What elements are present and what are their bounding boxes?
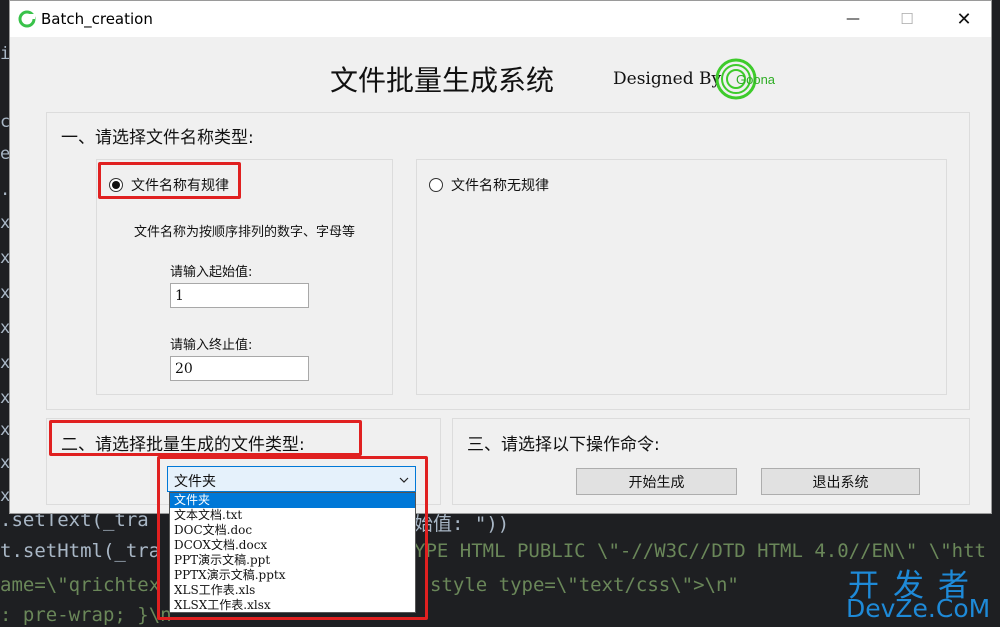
highlight-box — [157, 456, 428, 620]
radio-irregular-indicator[interactable] — [429, 178, 443, 192]
goona-logo: Goona — [715, 58, 776, 100]
code-line: : pre-wrap; }\n" — [0, 604, 184, 626]
batch-creation-window: Batch_creation — ☐ ✕ 文件批量生成系统 Designed B… — [9, 0, 992, 514]
end-value-label: 请输入终止值: — [170, 338, 253, 353]
code-line: style type=\"text/css\">\n" — [430, 574, 739, 596]
code-line: ame=\"qrichtex — [0, 574, 161, 596]
code-line: t.setHtml(_tra — [0, 540, 161, 562]
window-title: Batch_creation — [41, 10, 153, 28]
name-type-group: 一、请选择文件名称类型: 文件名称有规律 文件名称为按顺序排列的数字、字母等 请… — [46, 112, 970, 410]
radio-irregular[interactable]: 文件名称无规律 — [429, 175, 549, 195]
minimize-button[interactable]: — — [830, 1, 876, 37]
close-button[interactable]: ✕ — [941, 1, 987, 37]
page-title: 文件批量生成系统 — [330, 64, 555, 97]
app-logo-icon — [18, 10, 36, 28]
designed-by-label: Designed By — [613, 69, 722, 89]
regular-description: 文件名称为按顺序排列的数字、字母等 — [134, 225, 356, 240]
exit-system-button[interactable]: 退出系统 — [761, 468, 920, 495]
close-icon: ✕ — [956, 8, 972, 30]
highlight-box — [49, 420, 362, 456]
maximize-button[interactable]: ☐ — [884, 1, 930, 37]
maximize-icon: ☐ — [900, 10, 914, 28]
title-bar[interactable]: Batch_creation — ☐ ✕ — [10, 1, 991, 37]
start-generate-button[interactable]: 开始生成 — [576, 468, 737, 495]
minimize-icon: — — [846, 11, 860, 27]
irregular-name-panel: 文件名称无规律 — [416, 159, 947, 395]
section1-title: 一、请选择文件名称类型: — [61, 128, 254, 148]
radio-irregular-label: 文件名称无规律 — [451, 178, 549, 194]
highlight-box — [98, 162, 241, 199]
logo-text: Goona — [736, 72, 776, 87]
watermark-site: DevZe.CoM — [846, 594, 991, 623]
end-value-input[interactable] — [170, 356, 309, 381]
code-line: YPE HTML PUBLIC \"-//W3C//DTD HTML 4.0//… — [414, 540, 986, 562]
command-group: 三、请选择以下操作命令: 开始生成 退出系统 — [452, 418, 970, 505]
section3-title: 三、请选择以下操作命令: — [467, 435, 660, 455]
start-value-label: 请输入起始值: — [170, 265, 253, 280]
start-value-input[interactable] — [170, 283, 309, 308]
